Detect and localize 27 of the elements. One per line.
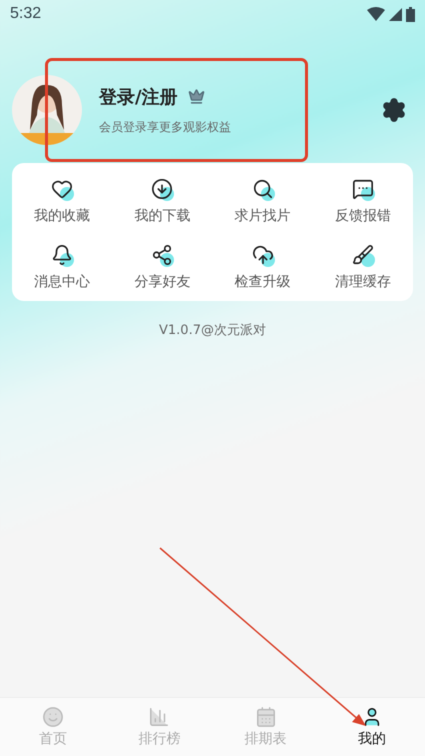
crown-icon (188, 88, 205, 105)
menu-item[interactable]: 清理缓存 (312, 243, 413, 291)
login-title[interactable]: 登录/注册 (99, 84, 178, 108)
signal-icon (389, 8, 402, 20)
bar-chart-icon (148, 706, 170, 728)
calendar-icon (254, 706, 277, 728)
menu-icon (250, 243, 275, 267)
wifi-icon (367, 7, 385, 21)
settings-icon[interactable] (381, 97, 407, 123)
menu-icon (150, 243, 174, 267)
menu-item[interactable]: 我的收藏 (12, 177, 112, 225)
menu-icon (50, 243, 74, 267)
menu-item[interactable]: 检查升级 (212, 243, 313, 291)
status-time: 5:32 (10, 5, 42, 23)
battery-icon (406, 6, 415, 22)
smile-icon (42, 706, 64, 728)
menu-item[interactable]: 反馈报错 (312, 177, 413, 225)
menu-item[interactable]: 消息中心 (12, 243, 112, 291)
menu-icon (150, 177, 174, 201)
login-subtitle: 会员登录享更多观影权益 (99, 118, 232, 136)
menu-icon (350, 243, 375, 267)
menu-icon (350, 177, 375, 201)
menu-item[interactable]: 我的下载 (112, 177, 212, 225)
version-text: V1.0.7@次元派对 (159, 322, 266, 339)
menu-item[interactable]: 分享好友 (112, 243, 212, 291)
menu-item[interactable]: 求片找片 (212, 177, 313, 225)
nav-tab[interactable]: 我的 (318, 698, 425, 756)
